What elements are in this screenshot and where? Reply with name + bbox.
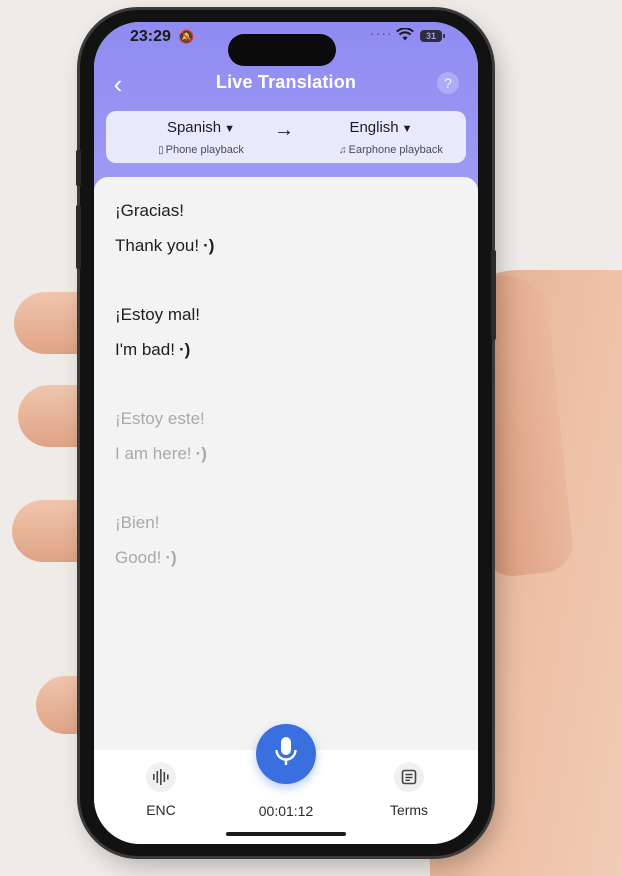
translation-text: I am here! [115, 444, 192, 463]
source-language-dropdown[interactable]: Spanish ▼ [136, 119, 266, 136]
wifi-icon [396, 27, 414, 46]
translation-row: Good! ·) [115, 548, 177, 568]
product-photo: 23:29 🔕 ···· 31 ‹ Live Translation ? Spa… [0, 0, 622, 876]
source-playback-label: Phone playback [165, 144, 244, 156]
translation-row: I'm bad! ·) [115, 340, 200, 360]
document-icon [394, 762, 424, 792]
phone-side-button [76, 150, 81, 186]
translation-text: Good! [115, 548, 162, 567]
recording-timer: 00:01:12 [258, 803, 314, 819]
translation-row: Thank you! ·) [115, 236, 214, 256]
waveform-icon [146, 762, 176, 792]
speaker-icon[interactable]: ·) [165, 548, 176, 567]
speaker-icon[interactable]: ·) [179, 340, 190, 359]
enc-button[interactable]: ENC [121, 762, 201, 818]
microphone-icon [273, 736, 299, 773]
app-screen: 23:29 🔕 ···· 31 ‹ Live Translation ? Spa… [94, 22, 478, 844]
conversation-item: ¡Estoy este! I am here! ·) [115, 409, 207, 464]
source-playback-option[interactable]: ▯ Phone playback [126, 144, 276, 156]
translation-text: Thank you! [115, 236, 200, 255]
status-time: 23:29 [130, 28, 171, 45]
target-language-label: English [349, 119, 399, 136]
page-title: Live Translation [215, 72, 357, 92]
conversation-item: ¡Estoy mal! I'm bad! ·) [115, 305, 200, 360]
enc-label: ENC [146, 802, 176, 818]
conversation-panel: ¡Gracias! Thank you! ·) ¡Estoy mal! I'm b… [94, 177, 478, 752]
caret-down-icon: ▼ [401, 123, 413, 135]
battery-icon: 31 [420, 30, 445, 42]
help-button[interactable]: ? [437, 72, 459, 94]
source-text: ¡Gracias! [115, 201, 184, 220]
phone-side-button [491, 250, 496, 340]
language-selector: Spanish ▼ → English ▼ ▯ Phone playback ♫ Ear… [106, 111, 466, 163]
phone-icon: ▯ [158, 145, 164, 156]
earphone-icon: ♫ [339, 145, 347, 156]
conversation-item: ¡Gracias! Thank you! ·) [115, 201, 214, 256]
speaker-icon[interactable]: ·) [203, 236, 214, 255]
bell-muted-icon: 🔕 [178, 29, 195, 44]
dynamic-island [228, 34, 336, 66]
target-playback-option[interactable]: ♫ Earphone playback [306, 144, 476, 156]
signal-icon: ···· [370, 25, 393, 41]
source-text: ¡Bien! [115, 513, 160, 532]
translation-text: I'm bad! [115, 340, 175, 359]
source-text: ¡Estoy este! [115, 409, 205, 428]
terms-button[interactable]: Terms [369, 762, 449, 818]
arrow-right-icon: → [274, 119, 294, 141]
phone-side-button [76, 205, 81, 269]
target-playback-label: Earphone playback [348, 144, 443, 156]
caret-down-icon: ▼ [224, 123, 236, 135]
microphone-button[interactable] [256, 724, 316, 784]
terms-label: Terms [389, 802, 429, 818]
conversation-item: ¡Bien! Good! ·) [115, 513, 177, 568]
question-icon: ? [444, 75, 452, 91]
translation-row: I am here! ·) [115, 444, 207, 464]
source-language-label: Spanish [166, 119, 222, 136]
source-text: ¡Estoy mal! [115, 305, 201, 324]
home-indicator [226, 832, 346, 836]
target-language-dropdown[interactable]: English ▼ [316, 119, 446, 136]
speaker-icon[interactable]: ·) [196, 444, 207, 463]
